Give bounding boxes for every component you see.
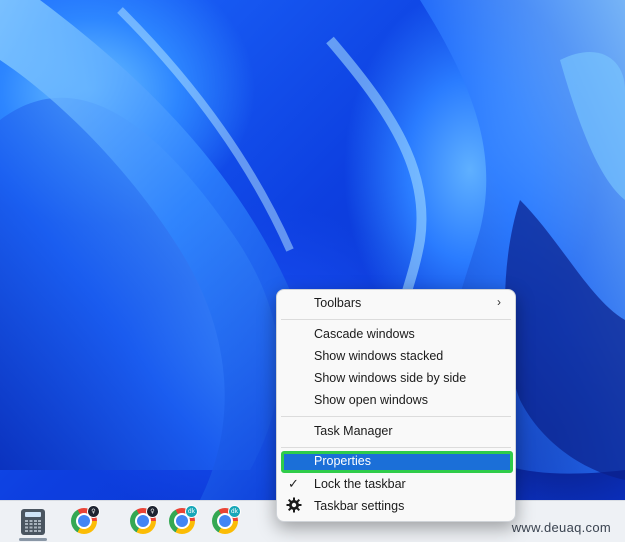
profile-badge: dk xyxy=(185,505,198,518)
calculator-keys xyxy=(25,520,41,532)
menu-item-taskbar-settings[interactable]: Taskbar settings xyxy=(283,496,509,517)
calculator-icon[interactable] xyxy=(21,509,45,535)
menu-item-properties[interactable]: Properties xyxy=(281,451,513,473)
menu-item-label: Properties xyxy=(314,454,371,468)
calculator-screen xyxy=(25,512,41,517)
menu-item-lock-the-taskbar[interactable]: ✓ Lock the taskbar xyxy=(283,474,509,495)
menu-item-label: Task Manager xyxy=(314,424,393,438)
chrome-icon[interactable]: ♀ xyxy=(130,505,159,534)
menu-item-show-open-windows[interactable]: Show open windows xyxy=(283,390,509,411)
menu-item-label: Taskbar settings xyxy=(314,499,405,513)
menu-item-show-windows-stacked[interactable]: Show windows stacked xyxy=(283,346,509,367)
menu-separator xyxy=(281,319,511,320)
chrome-icon[interactable]: dk xyxy=(169,505,198,534)
menu-separator xyxy=(281,416,511,417)
chrome-icon[interactable]: ♀ xyxy=(71,505,100,534)
menu-item-label: Lock the taskbar xyxy=(314,477,406,491)
gear-icon xyxy=(286,497,302,516)
watermark: www.deuaq.com xyxy=(511,520,611,535)
menu-item-task-manager[interactable]: Task Manager xyxy=(283,421,509,442)
profile-badge: ♀ xyxy=(146,505,159,518)
menu-item-label: Show windows stacked xyxy=(314,349,444,363)
taskbar-context-menu: Toolbars › Cascade windows Show windows … xyxy=(276,289,516,522)
menu-item-label: Cascade windows xyxy=(314,327,415,341)
menu-item-label: Show windows side by side xyxy=(314,371,467,385)
menu-separator xyxy=(281,447,511,448)
menu-item-label: Toolbars xyxy=(314,296,362,310)
chevron-right-icon: › xyxy=(497,295,501,309)
menu-item-show-windows-side-by-side[interactable]: Show windows side by side xyxy=(283,368,509,389)
chrome-icon[interactable]: dk xyxy=(212,505,241,534)
profile-badge: ♀ xyxy=(87,505,100,518)
menu-item-toolbars[interactable]: Toolbars › xyxy=(283,293,509,314)
menu-item-label: Show open windows xyxy=(314,393,428,407)
menu-item-cascade-windows[interactable]: Cascade windows xyxy=(283,324,509,345)
checkmark-icon: ✓ xyxy=(288,476,299,491)
profile-badge: dk xyxy=(228,505,241,518)
